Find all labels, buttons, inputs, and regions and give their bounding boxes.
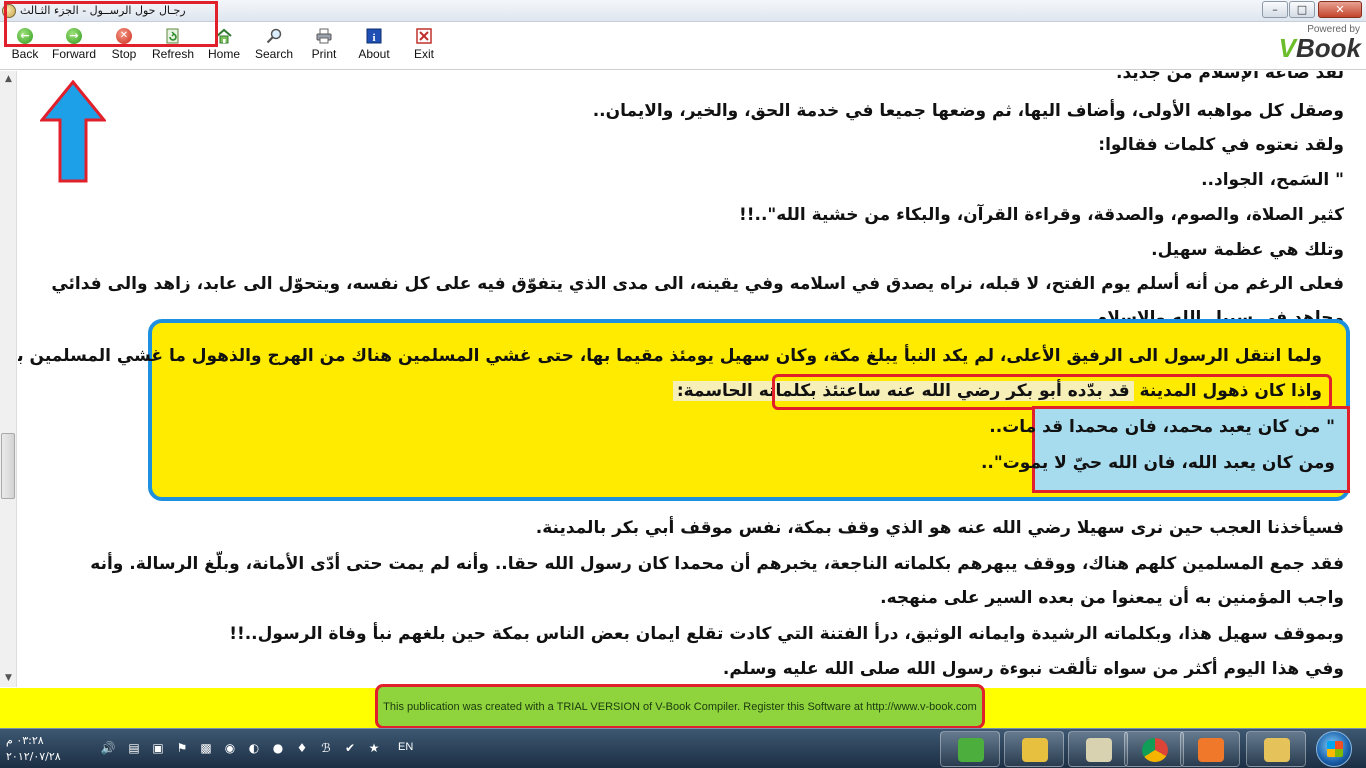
notes-app-icon xyxy=(1086,738,1112,762)
exit-label: Exit xyxy=(413,47,434,61)
folder-icon xyxy=(1264,738,1290,762)
refresh-label: Refresh xyxy=(151,47,195,61)
clock-date: ٢٠١٢/٠٧/٢٨ xyxy=(6,750,61,763)
taskbar-app-editor[interactable] xyxy=(1004,731,1064,767)
taskbar-app-notes[interactable] xyxy=(1068,731,1128,767)
content-line: وفي هذا اليوم أكثر من سواه تألقت نبوءة ر… xyxy=(722,659,1344,679)
annotation-toolbar-highlight-box xyxy=(4,1,218,47)
taskbar-app-book[interactable] xyxy=(940,731,1000,767)
volume-icon[interactable]: 🔊 xyxy=(100,740,116,756)
message-icon[interactable]: ● xyxy=(270,740,286,756)
chat-icon[interactable]: ◉ xyxy=(222,740,238,756)
media-player-icon xyxy=(1198,738,1224,762)
content-line: " السَمح، الجواد.. xyxy=(1201,170,1344,190)
content-line: فقد جمع المسلمين كلهم هناك، ووقف يبهرهم … xyxy=(90,554,1344,608)
scroll-up-arrow-icon[interactable]: ▲ xyxy=(0,71,17,88)
windows-logo-icon xyxy=(1327,741,1343,757)
book-content: لقد صاغه الإسلام من جديد. وصقل كل مواهبه… xyxy=(18,71,1366,688)
forward-label: Forward xyxy=(51,47,96,61)
display-icon[interactable]: ▩ xyxy=(198,740,214,756)
back-label: Back xyxy=(11,47,39,61)
network-icon[interactable]: ▤ xyxy=(126,740,142,756)
about-label: About xyxy=(358,47,390,61)
vbook-brand-v: V xyxy=(1278,33,1296,63)
print-button[interactable]: Print xyxy=(299,28,349,68)
search-button[interactable]: Search xyxy=(249,28,299,68)
maximize-button[interactable]: □ xyxy=(1289,1,1315,18)
taskbar-app-media[interactable] xyxy=(1180,731,1240,767)
device-icon[interactable]: ▣ xyxy=(150,740,166,756)
security-icon[interactable]: ✔ xyxy=(342,740,358,756)
vbook-brand-rest: Book xyxy=(1296,33,1361,63)
vbook-brand: VBook xyxy=(1264,35,1364,61)
content-line: وصقل كل مواهبه الأولى، وأضاف اليها، ثم و… xyxy=(592,101,1344,121)
content-line: وتلك هي عظمة سهيل. xyxy=(1151,240,1344,260)
search-label: Search xyxy=(254,47,294,61)
highlight-line-1: ولما انتقل الرسول الى الرفيق الأعلى، لم … xyxy=(18,346,1322,366)
app-tray-icon[interactable]: ◐ xyxy=(246,740,262,756)
chrome-icon xyxy=(1142,738,1168,762)
annotation-up-arrow xyxy=(40,80,106,183)
vbook-logo: Powered by VBook xyxy=(1264,24,1364,68)
clock-time: ٠٣:٢٨ م xyxy=(6,734,44,747)
stop-label: Stop xyxy=(111,47,137,61)
vertical-scrollbar[interactable]: ▲ ▼ xyxy=(0,71,17,687)
quote-line-2: ومن كان يعبد الله، فان الله حيّ لا يموت"… xyxy=(980,453,1335,473)
update-icon[interactable]: ★ xyxy=(366,740,382,756)
info-icon: i xyxy=(366,28,382,44)
close-button[interactable]: ✕ xyxy=(1318,1,1362,18)
quote-line-1: " من كان يعبد محمد، فان محمدا قد مات.. xyxy=(989,417,1335,437)
language-indicator[interactable]: EN xyxy=(398,741,413,753)
content-line: كثير الصلاة، والصوم، والصدقة، وقراءة الق… xyxy=(738,205,1344,225)
content-line: ولقد نعتوه في كلمات فقالوا: xyxy=(1098,135,1344,155)
annotation-phrase-box xyxy=(772,374,1332,410)
svg-text:i: i xyxy=(372,32,375,44)
editor-app-icon xyxy=(1022,738,1048,762)
usb-icon[interactable]: ♦ xyxy=(294,740,310,756)
exit-button[interactable]: Exit xyxy=(399,28,449,68)
taskbar-app-explorer[interactable] xyxy=(1246,731,1306,767)
printer-icon xyxy=(316,28,332,44)
scroll-thumb[interactable] xyxy=(1,433,15,499)
about-button[interactable]: i About xyxy=(349,28,399,68)
bluetooth-icon[interactable]: ℬ xyxy=(318,740,334,756)
start-button[interactable] xyxy=(1316,731,1352,767)
home-icon xyxy=(216,28,232,44)
content-line: فسيأخذنا العجب حين نرى سهيلا رضي الله عن… xyxy=(535,518,1344,538)
taskbar-clock[interactable]: ٠٣:٢٨ م ٢٠١٢/٠٧/٢٨ xyxy=(6,733,90,765)
print-label: Print xyxy=(311,47,337,61)
search-icon xyxy=(266,28,282,44)
trial-notice-text: This publication was created with a TRIA… xyxy=(383,701,977,713)
taskbar-app-chrome[interactable] xyxy=(1124,731,1184,767)
book-app-icon xyxy=(958,738,984,762)
content-line: لقد صاغه الإسلام من جديد. xyxy=(1116,71,1344,83)
taskbar: ٠٣:٢٨ م ٢٠١٢/٠٧/٢٨ 🔊 ▤ ▣ ⚑ ▩ ◉ ◐ ● ♦ ℬ ✔… xyxy=(0,728,1366,768)
content-line: وبموقف سهيل هذا، وبكلماته الرشيدة وايمان… xyxy=(229,624,1344,644)
minimize-button[interactable]: – xyxy=(1262,1,1288,18)
trial-notice[interactable]: This publication was created with a TRIA… xyxy=(375,684,985,729)
scroll-down-arrow-icon[interactable]: ▼ xyxy=(0,670,17,687)
home-label: Home xyxy=(207,47,240,61)
quote-box: " من كان يعبد محمد، فان محمدا قد مات.. و… xyxy=(981,406,1350,493)
exit-icon xyxy=(416,28,432,44)
action-center-flag-icon[interactable]: ⚑ xyxy=(174,740,190,756)
